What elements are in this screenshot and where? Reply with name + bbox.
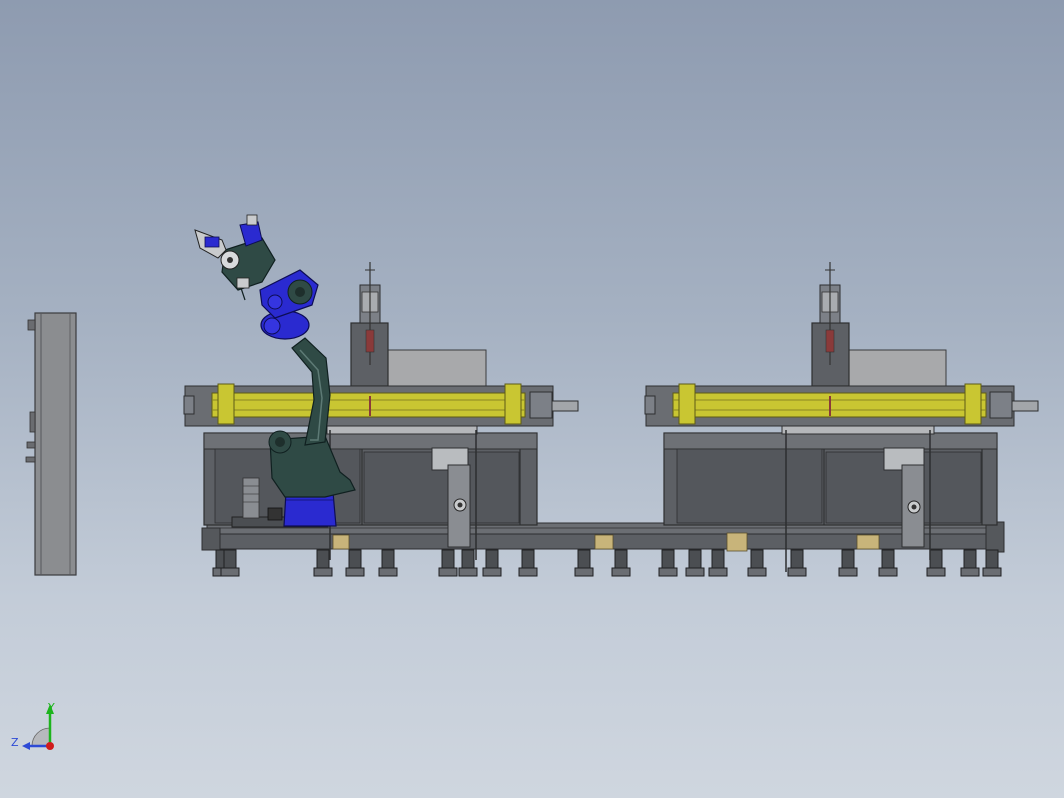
- foot-pad: [313, 567, 333, 577]
- cabinet-handle: [29, 411, 36, 433]
- leveling-foot: [485, 549, 499, 569]
- foot-pad: [708, 567, 728, 577]
- leveling-foot: [381, 549, 395, 569]
- orientation-triad[interactable]: Y Z: [11, 701, 55, 750]
- foot-pad: [378, 567, 398, 577]
- leveling-feet: [212, 549, 1002, 577]
- leveling-foot: [790, 549, 804, 569]
- x-axis-origin-icon: [46, 742, 54, 750]
- foot-pad: [611, 567, 631, 577]
- leveling-foot: [963, 549, 977, 569]
- leveling-foot: [661, 549, 675, 569]
- leveling-foot: [841, 549, 855, 569]
- cad-viewport[interactable]: Y Z: [0, 0, 1064, 798]
- leveling-foot: [985, 549, 999, 569]
- foot-pad: [838, 567, 858, 577]
- leveling-foot: [577, 549, 591, 569]
- leveling-foot: [929, 549, 943, 569]
- cabinet-latch: [25, 456, 36, 463]
- foot-pad: [960, 567, 980, 577]
- control-cabinet[interactable]: [25, 312, 77, 576]
- foot-pad: [438, 567, 458, 577]
- foot-pad: [482, 567, 502, 577]
- torch-cleaner: [242, 477, 260, 519]
- leveling-foot: [688, 549, 702, 569]
- leveling-foot: [750, 549, 764, 569]
- y-axis-label: Y: [47, 701, 55, 714]
- leveling-foot: [711, 549, 725, 569]
- cabinet-lock: [26, 441, 36, 449]
- leveling-foot: [348, 549, 362, 569]
- cabinet-handle-top: [27, 319, 36, 331]
- leveling-foot: [614, 549, 628, 569]
- z-axis-label: Z: [11, 736, 19, 749]
- leveling-foot: [316, 549, 330, 569]
- foot-pad: [926, 567, 946, 577]
- foot-pad: [787, 567, 807, 577]
- leveling-foot: [441, 549, 455, 569]
- foot-pad: [458, 567, 478, 577]
- foot-pad: [574, 567, 594, 577]
- welding-station-right[interactable]: [644, 262, 1039, 572]
- leveling-foot: [223, 549, 237, 569]
- foot-pad: [345, 567, 365, 577]
- foot-pad: [518, 567, 538, 577]
- foot-pad: [747, 567, 767, 577]
- foot-pad: [220, 567, 240, 577]
- z-axis-arrow-icon: [22, 742, 30, 750]
- leveling-foot: [881, 549, 895, 569]
- foot-pad: [685, 567, 705, 577]
- foot-pad: [878, 567, 898, 577]
- foot-pad: [982, 567, 1002, 577]
- leveling-foot: [521, 549, 535, 569]
- leveling-foot: [461, 549, 475, 569]
- assembly-side-view[interactable]: Y Z: [0, 0, 1064, 798]
- foot-pad: [658, 567, 678, 577]
